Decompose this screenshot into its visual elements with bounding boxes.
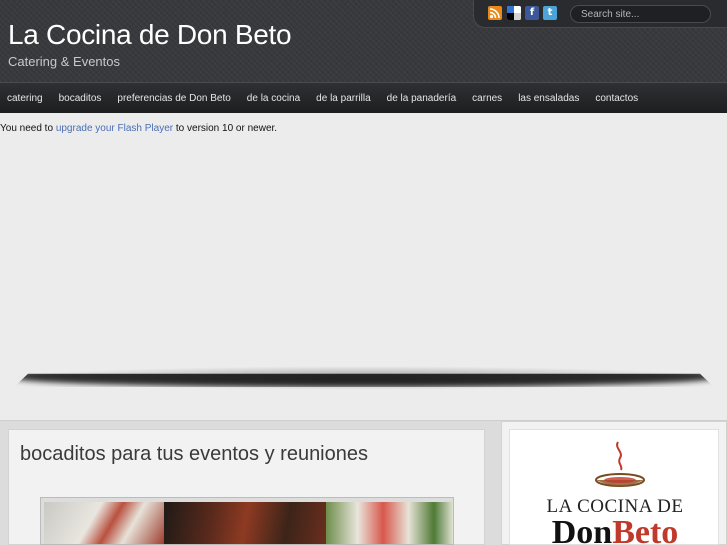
site-title[interactable]: La Cocina de Don Beto — [8, 19, 292, 51]
nav-item-de-la-cocina[interactable]: de la cocina — [239, 93, 308, 104]
nav-item-contactos[interactable]: contactos — [587, 93, 646, 104]
don-beto-logo[interactable]: LA COCINA DE DonBeto — [509, 429, 719, 545]
search-input[interactable] — [570, 5, 711, 23]
food-image-strip — [40, 497, 454, 545]
delicious-icon[interactable] — [507, 6, 521, 20]
rss-icon[interactable] — [488, 6, 502, 20]
nav-item-catering[interactable]: catering — [0, 93, 51, 104]
twitter-icon[interactable]: t — [543, 6, 557, 20]
flash-notice-suffix: to version 10 or newer. — [175, 123, 278, 134]
food-photo-salmon-rolls — [326, 502, 453, 544]
food-photo-grilled — [164, 502, 326, 544]
site-header: La Cocina de Don Beto Catering & Eventos… — [0, 0, 727, 82]
flash-notice: You need to upgrade your Flash Player to… — [0, 123, 277, 134]
nav-item-de-la-parrilla[interactable]: de la parrilla — [308, 93, 378, 104]
logo-text-beto: Beto — [612, 514, 679, 545]
site-tagline: Catering & Eventos — [8, 54, 121, 69]
logo-text-bottom: DonBeto — [510, 516, 718, 545]
nav-item-de-la-panaderia[interactable]: de la panadería — [379, 93, 465, 104]
header-tools: f t — [473, 0, 727, 28]
main-nav: catering bocaditos preferencias de Don B… — [0, 82, 727, 113]
nav-item-bocaditos[interactable]: bocaditos — [51, 93, 110, 104]
upgrade-flash-link[interactable]: upgrade your Flash Player — [56, 123, 173, 134]
facebook-icon[interactable]: f — [525, 6, 539, 20]
flash-notice-prefix: You need to — [0, 123, 54, 134]
nav-item-carnes[interactable]: carnes — [464, 93, 510, 104]
page-title: bocaditos para tus eventos y reuniones — [20, 443, 368, 465]
food-photo-canapes — [44, 502, 164, 544]
nav-item-las-ensaladas[interactable]: las ensaladas — [510, 93, 587, 104]
dish-icon — [595, 441, 645, 487]
nav-item-preferencias[interactable]: preferencias de Don Beto — [109, 93, 238, 104]
logo-text-don: Don — [551, 514, 613, 545]
